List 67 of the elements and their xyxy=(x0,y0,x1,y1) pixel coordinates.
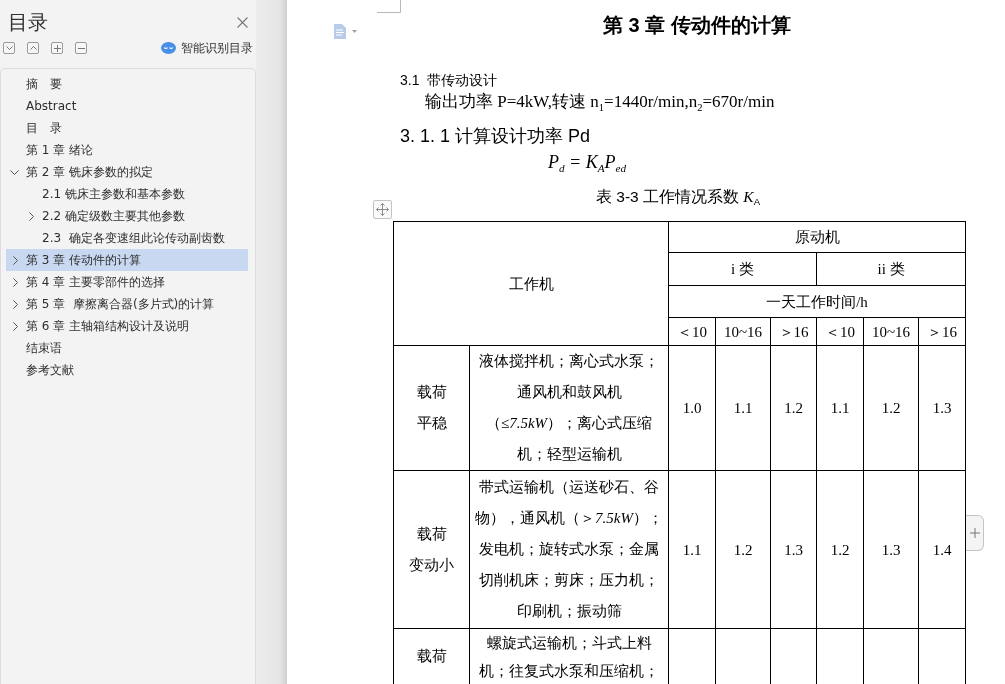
header-cell: i 类 xyxy=(668,252,817,286)
table-cell: 1.1 xyxy=(816,345,864,471)
toc-item[interactable]: 摘 要 xyxy=(6,73,248,95)
toc-item[interactable]: 结束语 xyxy=(6,337,248,359)
header-cell: ＜10 xyxy=(816,317,864,346)
minus-icon[interactable] xyxy=(77,47,85,49)
minus-button[interactable] xyxy=(75,42,87,54)
plus-icon[interactable] xyxy=(969,528,980,538)
header-cell: ＞16 xyxy=(918,317,966,346)
table-cell: 1.3 xyxy=(770,470,817,629)
table-caption: 表 3-3 工作情况系数 K$_{A}$ xyxy=(596,187,761,208)
toc-item[interactable]: 第 3 章 传动件的计算 xyxy=(6,249,248,271)
header-cell: 一天工作时间/h xyxy=(668,285,966,318)
table-cell: 载荷 平稳 xyxy=(393,345,470,471)
expand-button[interactable] xyxy=(3,42,15,54)
toc-item[interactable]: 第 5 章 摩擦离合器(多片式)的计算 xyxy=(6,293,248,315)
table-cell: 1.2 xyxy=(770,345,817,471)
chevron-right-icon[interactable] xyxy=(13,321,18,331)
table-cell: 液体搅拌机；离心式水泵； 通风机和鼓风机 （≤7.5kW）；离心式压缩 机；轻型运输机 xyxy=(469,345,669,471)
chevron-down-icon[interactable] xyxy=(10,169,19,175)
header-cell: ii 类 xyxy=(816,252,966,286)
toc-item[interactable]: 第 4 章 主要零部件的选择 xyxy=(6,271,248,293)
formula: P$_{d}$ = K$_{A}$P$_{ed}$ xyxy=(548,151,627,174)
close-icon[interactable] xyxy=(237,16,248,28)
chevron-right-icon[interactable] xyxy=(13,299,18,309)
corner-mark-icon xyxy=(377,0,401,13)
chevron-right-icon[interactable] xyxy=(13,277,18,287)
table-cell: 载荷 变动小 xyxy=(393,470,470,629)
table-cell: 1.2 xyxy=(816,470,864,629)
sidebar-title: 目录 xyxy=(8,9,48,35)
toc-item[interactable]: 第 6 章 主轴箱结构设计及说明 xyxy=(6,315,248,337)
header-cell: ＜10 xyxy=(668,317,716,346)
header-cell: 10~16 xyxy=(863,317,919,346)
smart-toc-button[interactable]: 智能识别目录 xyxy=(161,41,253,55)
header-cell: ＞16 xyxy=(770,317,817,346)
table-cell: 载荷 xyxy=(393,628,470,684)
table-cell: 1.2 xyxy=(863,345,919,471)
table-cell: 1.2 xyxy=(715,470,771,629)
chevron-down-icon[interactable] xyxy=(5,46,13,50)
given-text: 输出功率 P=4kW,转速 n$_{1}$=1440r/min,n$_{2}$=670r/min xyxy=(425,92,775,112)
chapter-title: 第 3 章 传动件的计算 xyxy=(603,13,791,38)
toc-item[interactable]: 第 2 章 铣床参数的拟定 xyxy=(6,161,248,183)
face-icon[interactable] xyxy=(161,42,176,54)
caret-icon[interactable] xyxy=(352,30,357,33)
toc-item[interactable]: 参考文献 xyxy=(6,359,248,381)
toc-item[interactable]: 第 1 章 绪论 xyxy=(6,139,248,161)
table-cell: 1.0 xyxy=(668,345,716,471)
toc-item[interactable]: Abstract xyxy=(6,95,248,117)
table-cell: 1.4 xyxy=(918,470,966,629)
chevron-right-icon[interactable] xyxy=(29,211,34,221)
table-cell: 1.1 xyxy=(715,345,771,471)
toc-item[interactable]: 2.3 确定各变速组此论传动副齿数 xyxy=(6,227,248,249)
table-cell: 1.1 xyxy=(668,470,716,629)
section-heading: 3.1 带传动设计 xyxy=(400,71,498,90)
collapse-button[interactable] xyxy=(27,42,39,54)
chevron-right-icon[interactable] xyxy=(13,255,18,265)
toc-item[interactable]: 目 录 xyxy=(6,117,248,139)
header-cell: 原动机 xyxy=(668,221,966,253)
table-cell: 1.3 xyxy=(918,345,966,471)
subsection-heading: 3. 1. 1 计算设计功率 Pd xyxy=(400,125,591,148)
table-cell: 1.3 xyxy=(863,470,919,629)
table-cell: 带式运输机（运送砂石、谷 物），通风机（＞7.5kW）； 发电机；旋转式水泵；金属 切削机床；剪床；压力机； 印刷机；振动筛 xyxy=(469,470,669,629)
header-cell: 工作机 xyxy=(393,221,669,346)
header-cell: 10~16 xyxy=(715,317,771,346)
toc-item[interactable]: 2.2 确定级数主要其他参数 xyxy=(6,205,248,227)
toc-item[interactable]: 2.1 铣床主参数和基本参数 xyxy=(6,183,248,205)
chevron-up-icon[interactable] xyxy=(29,46,37,50)
